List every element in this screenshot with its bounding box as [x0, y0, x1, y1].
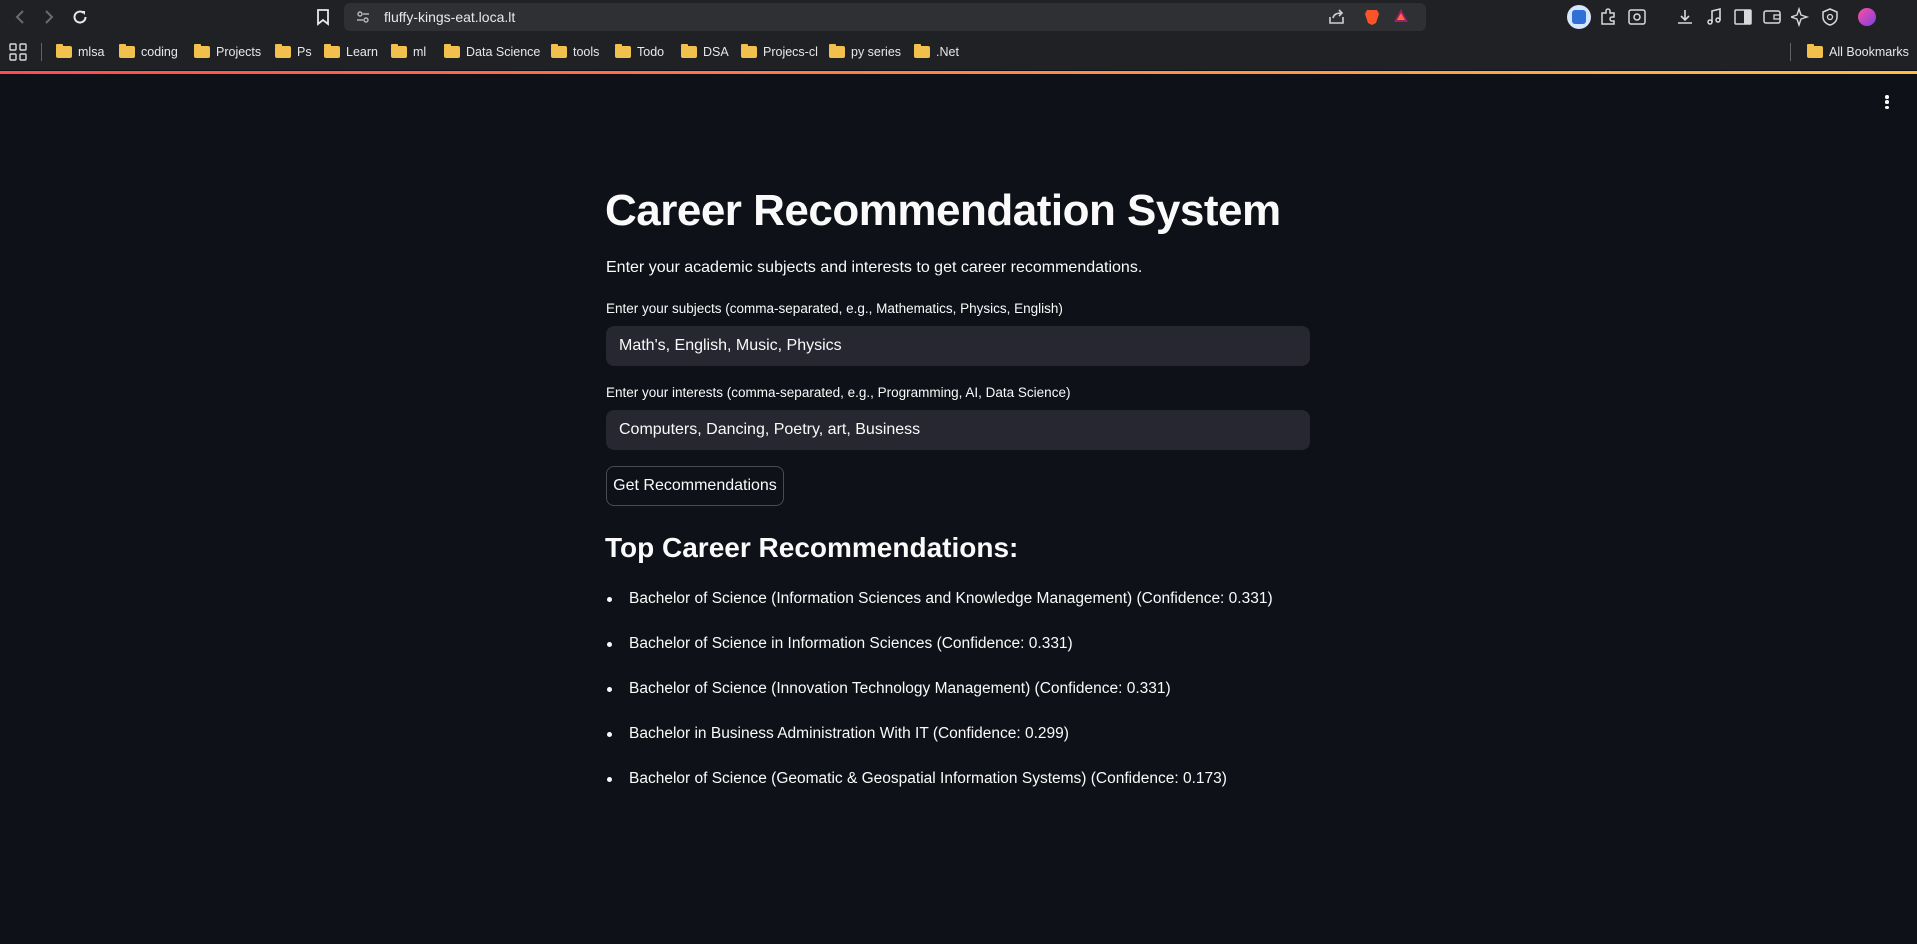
recommendation-item: Bachelor in Business Administration With… [606, 723, 1273, 768]
bookmark-page-button[interactable] [311, 5, 335, 29]
recommendation-item: Bachelor of Science (Geomatic & Geospati… [606, 768, 1273, 813]
folder-icon [681, 44, 697, 58]
recommendation-item: Bachelor of Science (Innovation Technolo… [606, 678, 1273, 723]
browser-toolbar: fluffy-kings-eat.loca.lt [0, 0, 1917, 34]
folder-icon [391, 44, 407, 58]
recommendations-list: Bachelor of Science (Information Science… [606, 588, 1273, 813]
recommendation-item: Bachelor of Science (Information Science… [606, 588, 1273, 633]
bookmark-folder[interactable]: mlsa [56, 43, 104, 61]
folder-icon [741, 44, 757, 58]
main-menu-button[interactable] [1880, 92, 1894, 112]
bookmark-folder[interactable]: Data Science [444, 43, 540, 61]
chevron-left-icon [15, 10, 24, 24]
site-settings-icon [357, 11, 369, 23]
folder-icon [56, 44, 72, 58]
bookmark-folder[interactable]: tools [551, 43, 599, 61]
folder-icon [194, 44, 210, 58]
folder-icon [275, 44, 291, 58]
profile-extension-icon[interactable] [1567, 5, 1591, 29]
forward-button[interactable] [37, 5, 61, 29]
recommendation-item: Bachelor of Science in Information Scien… [606, 633, 1273, 678]
folder-icon [444, 44, 460, 58]
bookmark-folder[interactable]: coding [119, 43, 178, 61]
back-button[interactable] [8, 5, 32, 29]
bookmark-icon [317, 9, 329, 26]
get-recommendations-button[interactable]: Get Recommendations [606, 466, 784, 506]
apps-grid-icon[interactable] [9, 43, 27, 61]
share-icon[interactable] [1328, 9, 1346, 25]
bookmarks-divider [1790, 43, 1791, 61]
address-bar[interactable]: fluffy-kings-eat.loca.lt [344, 3, 1426, 31]
bookmark-folder[interactable]: .Net [914, 43, 959, 61]
tab-search-icon[interactable] [1627, 7, 1647, 27]
url-text: fluffy-kings-eat.loca.lt [384, 9, 516, 25]
vpn-shield-icon[interactable] [1820, 7, 1840, 27]
folder-icon [615, 44, 631, 58]
interests-input[interactable] [606, 410, 1310, 450]
reload-button[interactable] [68, 5, 92, 29]
extensions-puzzle-icon[interactable] [1598, 7, 1618, 27]
menu-dot [1885, 95, 1889, 99]
menu-dot [1885, 100, 1889, 104]
bookmarks-divider [41, 43, 42, 61]
download-icon[interactable] [1675, 7, 1695, 27]
profile-avatar[interactable] [1858, 8, 1876, 26]
menu-dot [1885, 105, 1889, 109]
bookmark-folder[interactable]: Projecs-cl [741, 43, 818, 61]
leo-ai-icon[interactable] [1791, 7, 1811, 27]
interests-label: Enter your interests (comma-separated, e… [606, 385, 1071, 400]
folder-icon [829, 44, 845, 58]
all-bookmarks-button[interactable]: All Bookmarks [1807, 43, 1909, 61]
brave-rewards-icon[interactable] [1393, 8, 1409, 24]
sidebar-icon[interactable] [1733, 7, 1753, 27]
header-decoration-bar [0, 71, 1917, 74]
bookmark-folder[interactable]: DSA [681, 43, 729, 61]
page-subtitle: Enter your academic subjects and interes… [606, 259, 1143, 276]
results-heading: Top Career Recommendations: [605, 532, 1019, 563]
folder-icon [324, 44, 340, 58]
bookmark-folder[interactable]: py series [829, 43, 901, 61]
folder-icon [1807, 44, 1823, 58]
folder-icon [551, 44, 567, 58]
bookmark-folder[interactable]: Ps [275, 43, 312, 61]
bookmark-folder[interactable]: ml [391, 43, 426, 61]
music-icon[interactable] [1704, 7, 1724, 27]
bookmark-folder[interactable]: Learn [324, 43, 378, 61]
subjects-input[interactable] [606, 326, 1310, 366]
folder-icon [119, 44, 135, 58]
subjects-label: Enter your subjects (comma-separated, e.… [606, 301, 1063, 316]
chevron-right-icon [45, 10, 54, 24]
wallet-icon[interactable] [1762, 7, 1782, 27]
folder-icon [914, 44, 930, 58]
brave-shields-icon[interactable] [1364, 8, 1380, 26]
bookmark-folder[interactable]: Projects [194, 43, 261, 61]
page-title: Career Recommendation System [605, 186, 1281, 235]
bookmark-folder[interactable]: Todo [615, 43, 664, 61]
bookmarks-bar: mlsa coding Projects Ps Learn ml Data Sc… [0, 34, 1917, 70]
reload-icon [73, 10, 87, 24]
